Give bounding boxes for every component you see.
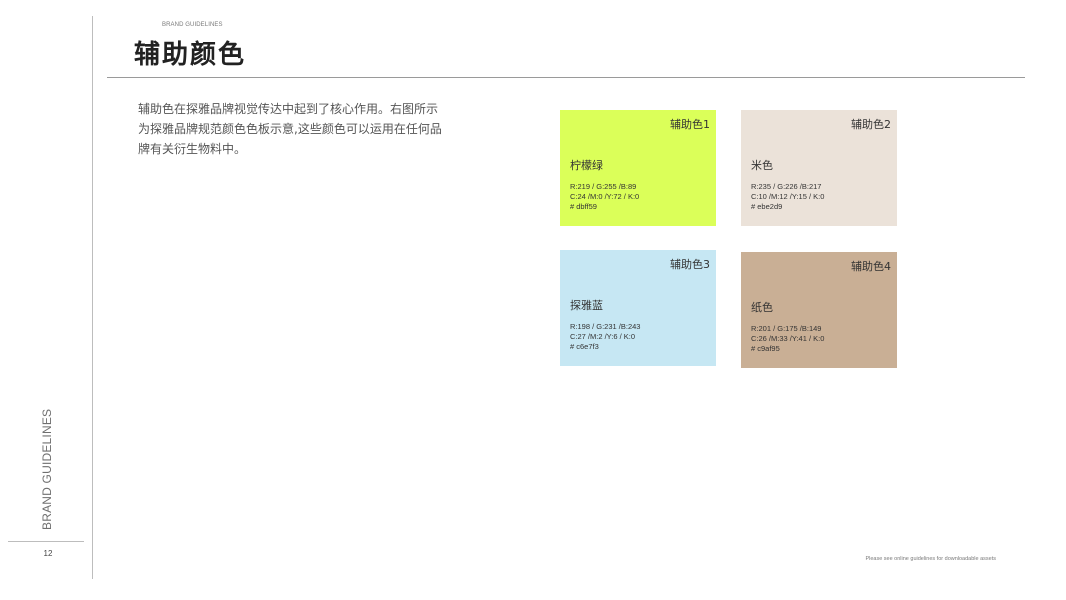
swatch-cmyk: C:10 /M:12 /Y:15 / K:0 [751, 192, 825, 201]
swatch-specs: R:219 / G:255 /B:89 C:24 /M:0 /Y:72 / K:… [570, 182, 639, 212]
swatch-specs: R:235 / G:226 /B:217 C:10 /M:12 /Y:15 / … [751, 182, 824, 212]
swatch-card-3: 辅助色3 探雅蓝 R:198 / G:231 /B:243 C:27 /M:2 … [560, 250, 716, 366]
page-number: 12 [43, 549, 53, 558]
header-eyebrow: BRAND GUIDELINES [162, 22, 223, 28]
sidebar-divider-line [92, 16, 93, 579]
swatch-name: 探雅蓝 [570, 299, 603, 312]
swatch-cmyk: C:26 /M:33 /Y:41 / K:0 [751, 334, 825, 343]
swatch-card-2: 辅助色2 米色 R:235 / G:226 /B:217 C:10 /M:12 … [741, 110, 897, 226]
swatch-rgb: R:198 / G:231 /B:243 [570, 322, 641, 331]
swatch-name: 柠檬绿 [570, 159, 603, 172]
swatch-name: 米色 [751, 159, 773, 172]
swatch-label: 辅助色1 [670, 118, 710, 131]
swatch-label: 辅助色3 [670, 258, 710, 271]
page-title: 辅助颜色 [134, 40, 247, 70]
swatch-hex: # dbff59 [570, 202, 597, 211]
footer-note: Please see online guidelines for downloa… [865, 556, 996, 562]
intro-paragraph: 辅助色在探雅品牌视觉传达中起到了核心作用。右图所示为探雅品牌规范颜色色板示意,这… [138, 102, 442, 156]
swatch-specs: R:198 / G:231 /B:243 C:27 /M:2 /Y:6 / K:… [570, 322, 640, 352]
swatch-hex: # c6e7f3 [570, 342, 599, 351]
swatch-card-4: 辅助色4 纸色 R:201 / G:175 /B:149 C:26 /M:33 … [741, 252, 897, 368]
swatch-card-1: 辅助色1 柠檬绿 R:219 / G:255 /B:89 C:24 /M:0 /… [560, 110, 716, 226]
swatch-rgb: R:201 / G:175 /B:149 [751, 324, 822, 333]
swatch-rgb: R:235 / G:226 /B:217 [751, 182, 822, 191]
sidebar-brand-label: BRAND GUIDELINES [40, 408, 54, 530]
swatch-cmyk: C:24 /M:0 /Y:72 / K:0 [570, 192, 640, 201]
swatch-label: 辅助色2 [851, 118, 891, 131]
swatch-name: 纸色 [751, 301, 773, 314]
swatch-hex: # ebe2d9 [751, 202, 783, 211]
swatch-specs: R:201 / G:175 /B:149 C:26 /M:33 /Y:41 / … [751, 324, 824, 354]
header-rule [107, 77, 1025, 78]
swatch-rgb: R:219 / G:255 /B:89 [570, 182, 637, 191]
swatch-cmyk: C:27 /M:2 /Y:6 / K:0 [570, 332, 636, 341]
page-number-divider [8, 541, 84, 542]
swatch-hex: # c9af95 [751, 344, 780, 353]
swatch-label: 辅助色4 [851, 260, 891, 273]
